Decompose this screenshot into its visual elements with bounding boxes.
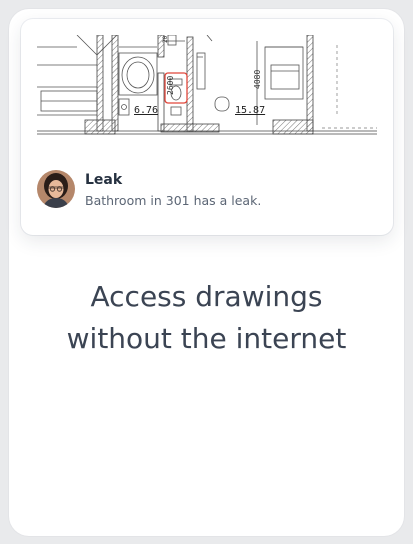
note-title: Leak bbox=[85, 172, 123, 188]
dimension-label-right: 4080 bbox=[253, 70, 262, 89]
note-body: Bathroom in 301 has a leak. bbox=[85, 193, 262, 208]
onboarding-headline: Access drawings without the internet bbox=[66, 280, 347, 355]
avatar bbox=[37, 170, 75, 208]
annotation-card[interactable]: 2600 4080 6.76 15.87 20 Leak Bathroom in… bbox=[21, 19, 393, 235]
floor-plan-drawing[interactable]: 2600 4080 6.76 15.87 20 bbox=[37, 35, 377, 155]
area-label-room: 15.87 bbox=[235, 105, 265, 116]
area-label-bathroom: 6.76 bbox=[134, 105, 158, 116]
dimension-label-small: 20 bbox=[162, 35, 169, 43]
dimension-label-left: 2600 bbox=[166, 76, 175, 95]
